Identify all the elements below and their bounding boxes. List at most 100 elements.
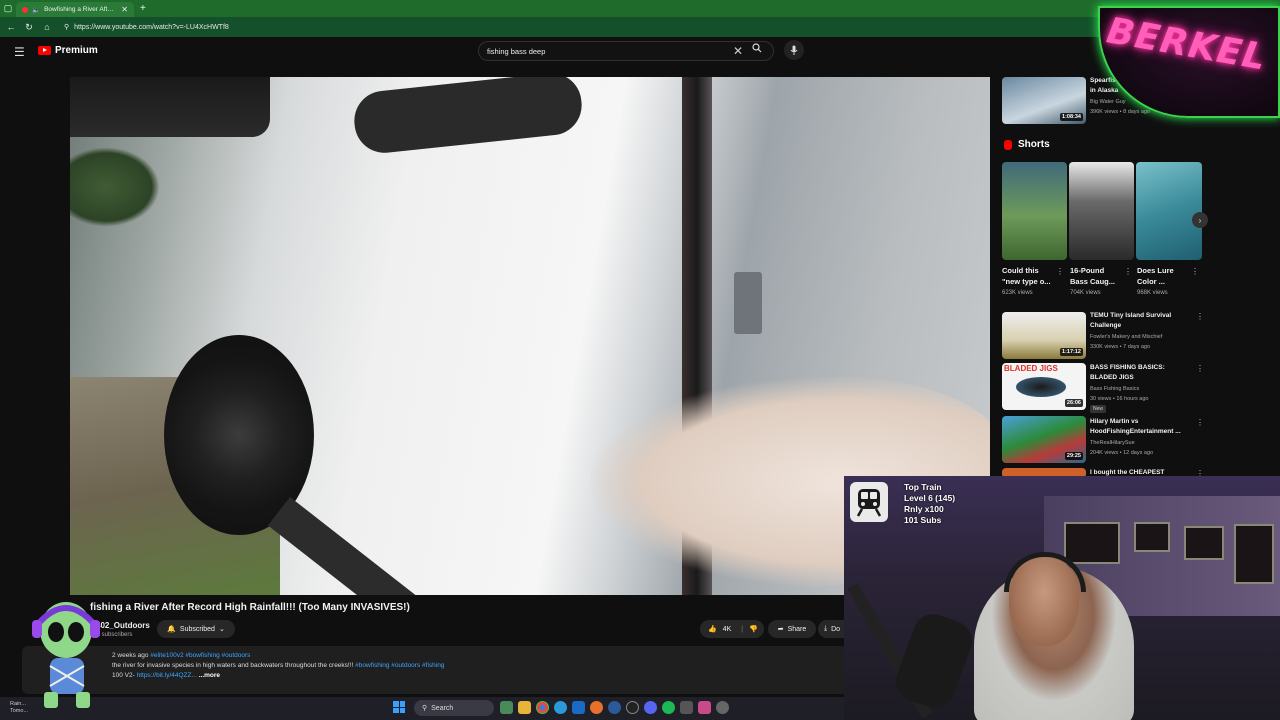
duration-badge: 29:25 [1064, 452, 1083, 460]
more-options-icon[interactable]: ⋮ [1196, 312, 1204, 321]
thumbs-up-icon: 👍 [708, 626, 717, 633]
thumbs-down-icon[interactable]: 👎 [749, 625, 758, 633]
address-bar: ← ↻ ⌂ ⚲ https://www.youtube.com/watch?v=… [0, 17, 1280, 37]
channel-name[interactable]: Fowler's Makery and Mischief [1090, 333, 1162, 341]
microphone [890, 608, 978, 714]
browser-tab-bar: ▢ 🔈 Bowfishing a River After Re ✕ + [0, 0, 1280, 17]
app-icon[interactable] [698, 701, 711, 714]
logo-label: Premium [55, 45, 98, 56]
chevron-right-icon[interactable]: › [1192, 212, 1208, 228]
like-divider: | [741, 625, 744, 633]
more-options-icon[interactable]: ⋮ [1191, 267, 1199, 276]
search-input[interactable]: fishing bass deep ✕ [478, 41, 774, 61]
short-thumbnail[interactable] [1069, 162, 1134, 260]
short-title[interactable]: Does Lure [1137, 266, 1174, 276]
edge-icon[interactable] [554, 701, 567, 714]
more-options-icon[interactable]: ⋮ [1196, 364, 1204, 373]
description-line-2: the river for invasive species in high w… [112, 662, 445, 669]
video-meta: 396K views • 8 days ago [1090, 109, 1151, 115]
subscribed-label: Subscribed [179, 625, 215, 633]
search-icon: ⚲ [422, 705, 428, 712]
file-explorer-icon[interactable] [518, 701, 531, 714]
shorts-icon [1004, 139, 1012, 150]
download-label: Do [831, 625, 841, 633]
video-title-line-2[interactable]: HoodFishingEntertainment ... [1090, 428, 1181, 436]
video-thumbnail[interactable]: 1:08:34 [1002, 77, 1086, 124]
microphone-icon[interactable] [784, 40, 804, 60]
short-title-line-2[interactable]: Color ... [1137, 277, 1165, 287]
wall-picture [1184, 526, 1224, 560]
outlook-icon[interactable] [572, 701, 585, 714]
start-icon[interactable] [393, 701, 405, 713]
show-more-link[interactable]: ...more [199, 672, 220, 679]
video-title-line-2[interactable]: BLADED JIGS [1090, 374, 1134, 382]
spotify-icon[interactable] [662, 701, 675, 714]
short-thumbnail[interactable] [1002, 162, 1067, 260]
channel-name[interactable]: Big Water Guy [1090, 98, 1126, 106]
taskbar-search[interactable]: ⚲ Search [414, 700, 494, 716]
widgets-icon[interactable] [500, 701, 513, 714]
reload-icon[interactable]: ↻ [24, 22, 34, 33]
description-link[interactable]: https://bit.ly/44QZZ... [137, 672, 197, 679]
share-button[interactable]: ➦ Share [768, 620, 816, 638]
video-mirror [70, 77, 270, 137]
train-subs: 101 Subs [904, 515, 942, 525]
discord-icon[interactable] [644, 701, 657, 714]
short-title[interactable]: 16-Pound [1070, 266, 1104, 276]
channel-name[interactable]: TheRealHilarySue [1090, 439, 1135, 447]
hamburger-menu-icon[interactable]: ☰ [14, 45, 25, 59]
speaker-icon[interactable]: 🔈 [32, 6, 40, 14]
youtube-play-icon [38, 46, 51, 55]
obs-icon[interactable] [626, 701, 639, 714]
subscribed-button[interactable]: 🔔 Subscribed ⌄ [157, 620, 235, 638]
app-icon[interactable] [608, 701, 621, 714]
site-info-icon[interactable]: ⚲ [64, 23, 69, 31]
short-thumbnail[interactable] [1136, 162, 1202, 260]
short-title-line-2[interactable]: "new type o... [1002, 277, 1051, 287]
duration-badge: 1:08:34 [1060, 113, 1083, 121]
share-label: Share [787, 625, 807, 633]
home-icon[interactable]: ⌂ [42, 22, 52, 32]
video-title[interactable]: TEMU Tiny Island Survival [1090, 312, 1171, 320]
close-tab-icon[interactable]: ✕ [121, 5, 128, 14]
youtube-premium-logo[interactable]: Premium [38, 45, 98, 56]
video-thumbnail[interactable]: 1:17:12 [1002, 312, 1086, 359]
video-title[interactable]: Hilary Martin vs [1090, 418, 1138, 426]
wall-picture [1064, 522, 1120, 564]
app-icon[interactable] [680, 701, 693, 714]
chrome-icon[interactable] [536, 701, 549, 714]
search-query: fishing bass deep [487, 47, 546, 56]
new-tab-icon[interactable]: + [140, 3, 146, 14]
duration-badge: 26:06 [1064, 399, 1083, 407]
video-thumbnail[interactable]: BLADED JIGS 26:06 [1002, 363, 1086, 410]
search-icon[interactable] [752, 43, 762, 55]
video-title-line-2[interactable]: Challenge [1090, 322, 1121, 330]
train-level: Level 6 (145) [904, 493, 956, 503]
settings-icon[interactable] [716, 701, 729, 714]
more-options-icon[interactable]: ⋮ [1124, 267, 1132, 276]
channel-name[interactable]: Bass Fishing Basics [1090, 385, 1139, 393]
thumbnail-text: BLADED JIGS [1004, 364, 1058, 373]
like-button[interactable]: 👍 4K | 👎 [700, 620, 764, 638]
train-icon [850, 482, 888, 522]
more-options-icon[interactable]: ⋮ [1056, 267, 1064, 276]
browser-tab[interactable]: 🔈 Bowfishing a River After Re ✕ [16, 2, 134, 17]
neon-sign-text: BERKEL [1103, 10, 1270, 79]
short-title[interactable]: Could this [1002, 266, 1039, 276]
firefox-icon[interactable] [590, 701, 603, 714]
video-title-line-2[interactable]: in Alaska [1090, 87, 1118, 95]
short-views: 968K views [1137, 290, 1168, 296]
download-icon: ⤓ [824, 625, 828, 632]
wall-picture [1234, 524, 1274, 584]
description-box[interactable]: 2 weeks ago #elite100v2 #bowfishing #out… [22, 646, 848, 694]
tab-actions-icon[interactable]: ▢ [0, 0, 16, 17]
short-title-line-2[interactable]: Bass Caug... [1070, 277, 1115, 287]
chevron-down-icon: ⌄ [218, 626, 225, 633]
youtube-header: ☰ Premium fishing bass deep ✕ [0, 37, 1280, 71]
more-options-icon[interactable]: ⋮ [1196, 418, 1204, 427]
video-title[interactable]: BASS FISHING BASICS: [1090, 364, 1165, 372]
url-field[interactable]: ⚲ https://www.youtube.com/watch?v=-LU4Xc… [64, 23, 229, 32]
clear-search-icon[interactable]: ✕ [733, 44, 743, 58]
back-icon[interactable]: ← [6, 22, 16, 32]
video-thumbnail[interactable]: 29:25 [1002, 416, 1086, 463]
